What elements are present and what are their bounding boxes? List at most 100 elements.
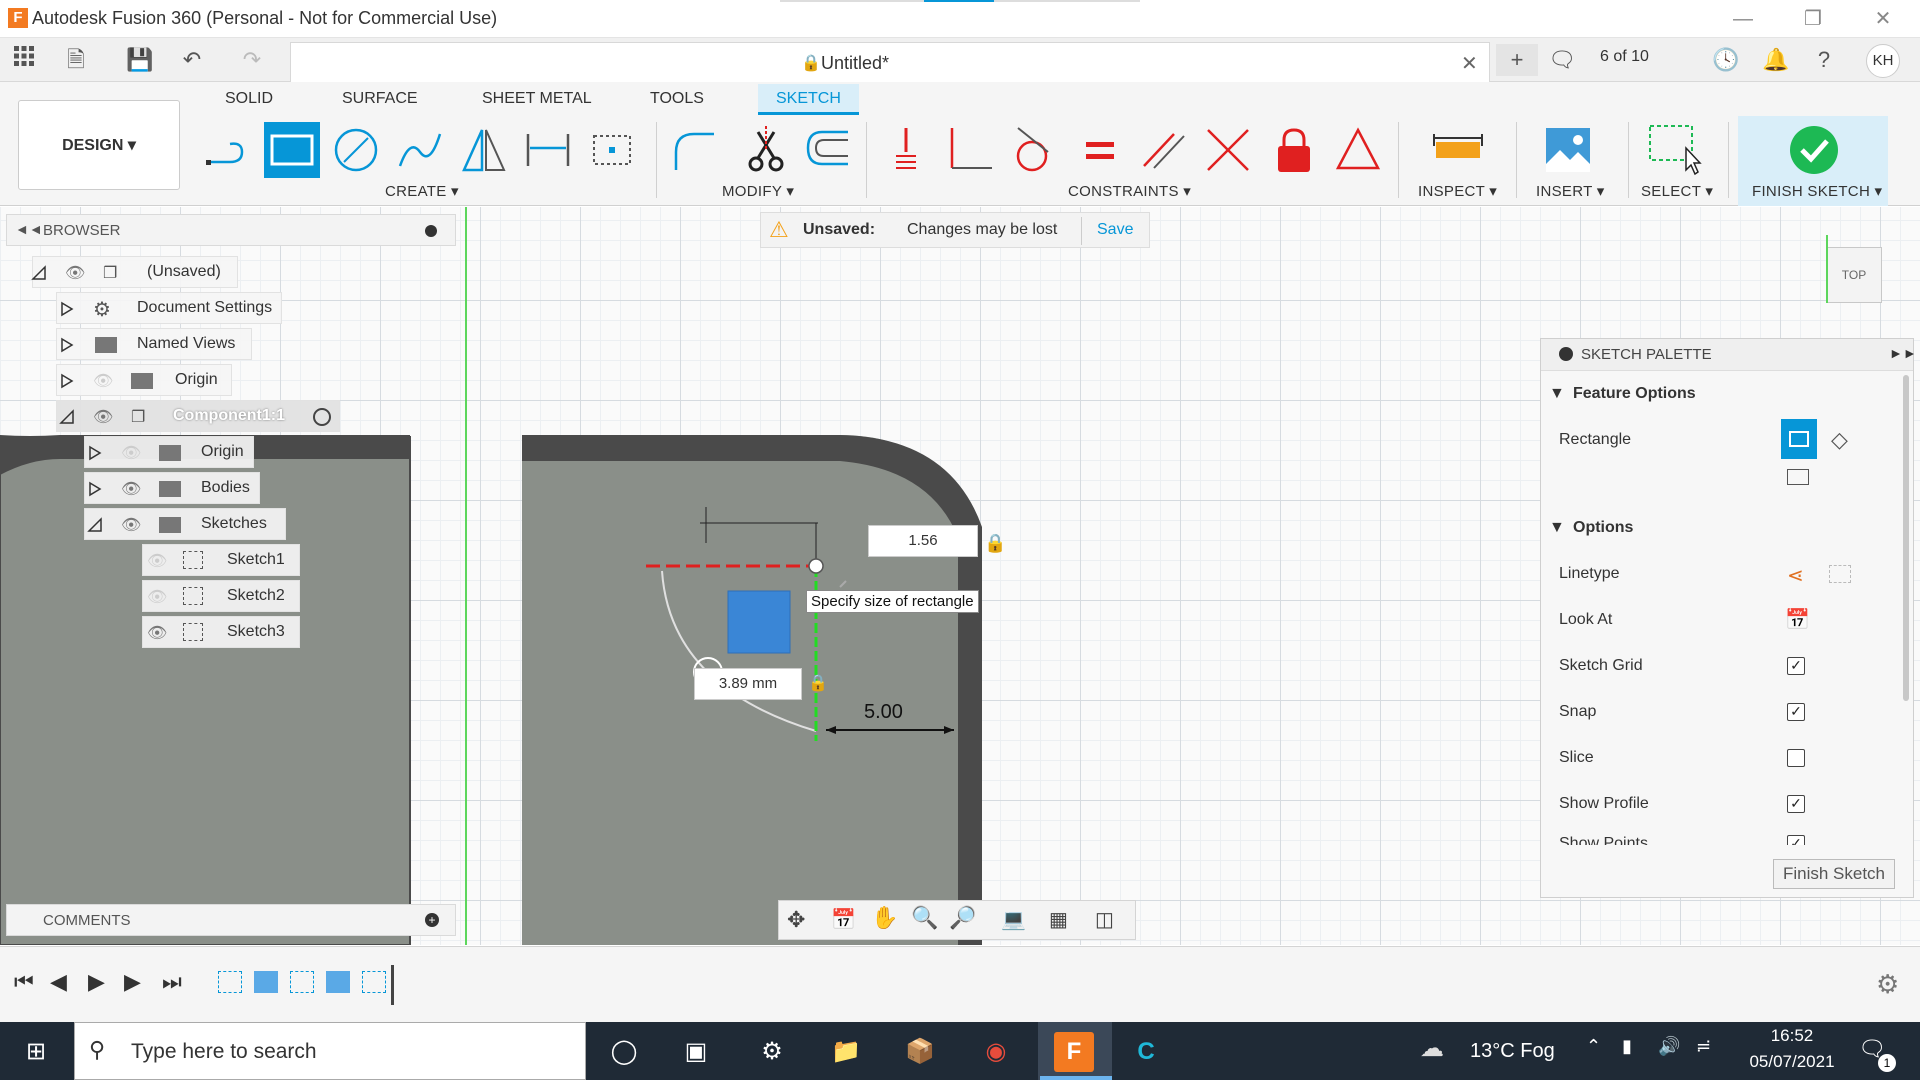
new-tab-plus-icon[interactable]: + bbox=[1496, 44, 1538, 76]
step-back-icon[interactable]: ◀ bbox=[50, 969, 67, 995]
add-comment-icon[interactable]: + bbox=[425, 913, 439, 927]
construction-linetype-icon[interactable]: ⋖ bbox=[1787, 563, 1804, 588]
network-wifi-icon[interactable]: ≓ bbox=[1696, 1036, 1711, 1057]
version-counter[interactable]: 6 of 10 bbox=[1600, 48, 1649, 66]
sketch-grid-checkbox[interactable]: ✓ bbox=[1787, 657, 1805, 675]
expand-panel-icon[interactable]: ►► bbox=[1889, 345, 1917, 361]
orbit-icon[interactable]: ✥ bbox=[787, 907, 805, 933]
play-icon[interactable]: ▶ bbox=[88, 969, 105, 995]
lock-icon[interactable]: 🔒 bbox=[808, 673, 828, 693]
go-to-end-icon[interactable]: ⏭ bbox=[162, 969, 182, 995]
finish-sketch-menu[interactable]: FINISH SKETCH ▾ bbox=[1752, 182, 1882, 200]
two-point-rectangle-icon[interactable] bbox=[1781, 419, 1817, 459]
timeline-extrude-icon[interactable] bbox=[254, 971, 278, 993]
measure-ruler-icon[interactable] bbox=[1430, 122, 1486, 178]
go-to-start-icon[interactable]: ⏮ bbox=[14, 969, 34, 995]
help-icon[interactable]: ? bbox=[1808, 44, 1840, 76]
tree-item-sketches[interactable]: 👁 Sketches bbox=[84, 508, 286, 540]
tab-solid[interactable]: SOLID bbox=[225, 90, 273, 108]
comments-panel-header[interactable]: COMMENTS + bbox=[6, 904, 456, 936]
close-tab-icon[interactable]: ✕ bbox=[1461, 51, 1478, 76]
browser-panel-header[interactable]: ◄◄ BROWSER bbox=[6, 214, 456, 246]
clock-date[interactable]: 05/07/2021 bbox=[1742, 1052, 1842, 1072]
create-menu[interactable]: CREATE ▾ bbox=[385, 182, 459, 200]
rectangle-tool-icon[interactable] bbox=[264, 122, 320, 178]
zoom-window-icon[interactable]: 🔎 bbox=[949, 905, 976, 931]
clock-time[interactable]: 16:52 bbox=[1752, 1026, 1832, 1046]
data-panel-grid-icon[interactable] bbox=[8, 44, 40, 76]
timeline-extrude-icon[interactable] bbox=[326, 971, 350, 993]
visibility-eye-icon[interactable]: 👁 bbox=[93, 407, 113, 427]
visibility-eye-icon[interactable]: 👁 bbox=[121, 479, 141, 499]
show-points-checkbox[interactable]: ✓ bbox=[1787, 835, 1805, 845]
tree-item-component[interactable]: 👁 ❐ Component1:1 bbox=[56, 400, 340, 432]
timeline-sketch-icon[interactable] bbox=[218, 971, 242, 993]
notifications-bell-icon[interactable]: 🔔 bbox=[1760, 44, 1792, 76]
show-profile-checkbox[interactable]: ✓ bbox=[1787, 795, 1805, 813]
palette-scrollbar[interactable] bbox=[1903, 375, 1909, 701]
collinear-constraint-icon[interactable] bbox=[1200, 122, 1256, 178]
point-tool-icon[interactable] bbox=[584, 122, 640, 178]
tree-item-origin[interactable]: 👁 Origin bbox=[56, 364, 232, 396]
expand-triangle-icon[interactable] bbox=[59, 373, 75, 389]
expand-triangle-icon[interactable] bbox=[31, 265, 47, 281]
circle-tool-icon[interactable] bbox=[328, 122, 384, 178]
settings-gear-icon[interactable]: ⚙ bbox=[752, 1032, 792, 1072]
zoom-icon[interactable]: 🔍 bbox=[911, 905, 938, 931]
length-dimension-label[interactable]: 5.00 bbox=[864, 701, 903, 724]
show-hidden-icons-chevron[interactable]: ⌃ bbox=[1586, 1036, 1601, 1057]
lock-icon[interactable]: 🔒 bbox=[984, 533, 1006, 554]
document-tab[interactable]: 🔒 Untitled* ✕ bbox=[290, 42, 1490, 82]
battery-icon[interactable]: ▮ bbox=[1622, 1036, 1632, 1057]
tab-surface[interactable]: SURFACE bbox=[342, 90, 418, 108]
expand-triangle-icon[interactable] bbox=[87, 445, 103, 461]
center-rectangle-icon[interactable] bbox=[1787, 469, 1809, 485]
clock-icon[interactable]: 🕓 bbox=[1710, 44, 1742, 76]
expand-triangle-icon[interactable] bbox=[87, 517, 103, 533]
visibility-eye-icon[interactable]: 👁 bbox=[121, 515, 141, 535]
view-cube[interactable]: TOP bbox=[1826, 247, 1882, 303]
equal-constraint-icon[interactable] bbox=[1072, 122, 1128, 178]
mirror-tool-icon[interactable] bbox=[456, 122, 512, 178]
workspace-switcher[interactable]: DESIGN ▾ bbox=[18, 100, 180, 190]
expand-triangle-icon[interactable] bbox=[59, 337, 75, 353]
file-explorer-icon[interactable]: 📁 bbox=[826, 1032, 866, 1072]
task-view-icon[interactable]: ▣ bbox=[676, 1032, 716, 1072]
tree-item-sketch[interactable]: 👁 Sketch3 bbox=[142, 616, 300, 648]
viewports-icon[interactable]: ◫ bbox=[1095, 907, 1114, 932]
coincident-constraint-icon[interactable] bbox=[878, 122, 934, 178]
hidden-eye-icon[interactable]: 👁 bbox=[147, 551, 167, 571]
tree-item-bodies[interactable]: 👁 Bodies bbox=[84, 472, 260, 504]
tree-item-sketch[interactable]: 👁 Sketch2 bbox=[142, 580, 300, 612]
look-at-icon[interactable]: 📅 bbox=[1785, 607, 1810, 632]
parallel-constraint-icon[interactable] bbox=[1136, 122, 1192, 178]
windows-start-icon[interactable]: ⊞ bbox=[16, 1032, 56, 1072]
tab-sheet-metal[interactable]: SHEET METAL bbox=[482, 90, 592, 108]
pan-hand-icon[interactable]: ✋ bbox=[871, 905, 898, 931]
save-icon[interactable]: 💾 bbox=[124, 44, 156, 76]
tree-item-document-settings[interactable]: ⚙ Document Settings bbox=[56, 292, 282, 324]
save-link[interactable]: Save bbox=[1097, 221, 1133, 239]
palette-header[interactable]: SKETCH PALETTE ►► bbox=[1541, 339, 1917, 371]
weather-text[interactable]: 13°C Fog bbox=[1470, 1040, 1555, 1063]
collapse-panel-icon[interactable]: ◄◄ bbox=[15, 221, 43, 237]
expand-triangle-icon[interactable] bbox=[59, 409, 75, 425]
selection-box-icon[interactable] bbox=[1646, 122, 1702, 178]
three-point-rectangle-icon[interactable]: ◇ bbox=[1831, 427, 1848, 453]
dimension-input[interactable]: 1.56 bbox=[868, 525, 978, 557]
redo-icon[interactable]: ↷ bbox=[236, 44, 268, 76]
undo-icon[interactable]: ↶ bbox=[176, 44, 208, 76]
activate-radio-icon[interactable] bbox=[313, 408, 331, 426]
expand-triangle-icon[interactable] bbox=[87, 481, 103, 497]
cura-icon[interactable]: C bbox=[1126, 1032, 1166, 1072]
spline-tool-icon[interactable] bbox=[392, 122, 448, 178]
fusion-360-taskbar-icon[interactable]: F bbox=[1054, 1032, 1094, 1072]
visibility-eye-icon[interactable]: 👁 bbox=[65, 263, 85, 283]
tangent-constraint-icon[interactable] bbox=[1004, 122, 1060, 178]
minimize-icon[interactable]: — bbox=[1720, 4, 1766, 34]
inspect-menu[interactable]: INSPECT ▾ bbox=[1418, 182, 1497, 200]
pin-panel-icon[interactable] bbox=[425, 225, 437, 237]
chrome-icon[interactable]: ◉ bbox=[976, 1032, 1016, 1072]
volume-icon[interactable]: 🔊 bbox=[1658, 1036, 1680, 1057]
taskbar-search-box[interactable]: ⚲ Type here to search bbox=[74, 1022, 586, 1080]
